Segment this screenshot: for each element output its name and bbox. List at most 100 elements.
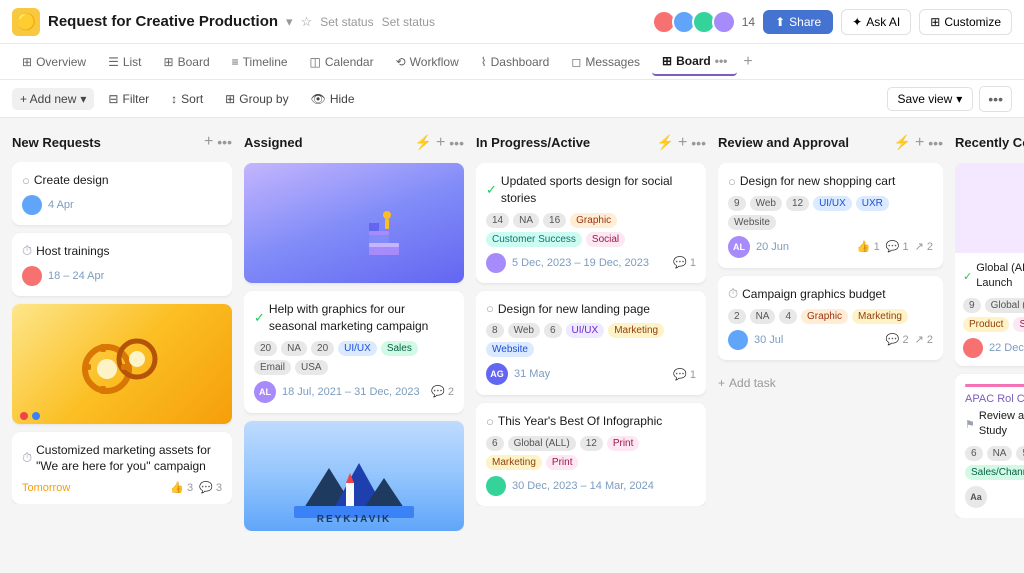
column-more-button-new-requests[interactable]: ••• (217, 134, 232, 150)
status-icon: ○ (486, 414, 494, 429)
status-icon: ○ (486, 301, 494, 316)
card-reactions: 💬 1 (673, 368, 696, 381)
card-host-trainings[interactable]: ⏱ Host trainings 18 – 24 Apr (12, 233, 232, 296)
card-reactions: 👍 3 💬 3 (170, 481, 222, 494)
column-more-button-review[interactable]: ••• (928, 135, 943, 151)
card-create-design[interactable]: ○ Create design 4 Apr (12, 162, 232, 225)
card-meta: Tomorrow 👍 3 💬 3 (22, 481, 222, 494)
tag: 12 (580, 436, 603, 451)
column-actions-assigned: ⚡ + ••• (415, 134, 465, 151)
tag: 2 (728, 309, 746, 324)
toolbar-right: Save view ▾ ••• (887, 86, 1012, 112)
status-icon: ○ (728, 174, 736, 189)
column-add-button-assigned[interactable]: + (436, 135, 445, 151)
column-title-recently-completed: Recently Completed (955, 135, 1024, 150)
reykjavik-label: REYKJAVIK (317, 514, 392, 525)
avatar (728, 330, 748, 350)
column-add-button-review[interactable]: + (915, 135, 924, 151)
tab-list[interactable]: ☰ List (98, 49, 151, 75)
toolbar-more-button[interactable]: ••• (979, 86, 1012, 112)
card-title: Help with graphics for our seasonal mark… (269, 301, 454, 335)
sort-button[interactable]: ↕ Sort (163, 88, 211, 110)
tag: Marketing (486, 455, 542, 470)
ask-ai-button[interactable]: ✦ Ask AI (841, 9, 911, 35)
column-title-new-requests: New Requests (12, 135, 101, 150)
add-new-button[interactable]: + Add new ▾ (12, 88, 94, 110)
filter-icon: ⊟ (108, 92, 118, 106)
column-add-button-in-progress[interactable]: + (678, 135, 687, 151)
save-view-button[interactable]: Save view ▾ (887, 87, 974, 111)
gears-illustration (72, 314, 172, 414)
share-button[interactable]: ⬆ Share (763, 10, 833, 34)
card-global-hero-image[interactable]: ✓ Global (ALL), Hero Image for Product L… (955, 163, 1024, 366)
top-bar: 🟡 Request for Creative Production ▾ ☆ Se… (0, 0, 1024, 44)
status-icon: ⏱ (22, 450, 32, 466)
tab-messages[interactable]: ◻ Messages (561, 49, 650, 75)
tab-timeline[interactable]: ≡ Timeline (222, 49, 298, 75)
tag: Product (963, 317, 1009, 332)
tab-overview[interactable]: ⊞ Overview (12, 49, 96, 75)
card-reykjavik-image[interactable]: REYKJAVIK (244, 421, 464, 531)
card-date: 30 Dec, 2023 – 14 Mar, 2024 (512, 480, 654, 492)
tab-calendar[interactable]: ◫ Calendar (300, 49, 384, 75)
tag: 5 (1016, 446, 1024, 461)
tag: 20 (311, 341, 334, 356)
card-customized-marketing[interactable]: ⏱ Customized marketing assets for "We ar… (12, 432, 232, 505)
board-more-icon[interactable]: ••• (715, 54, 728, 68)
card-campaign-graphics[interactable]: ⏱ Campaign graphics budget 2 NA 4 Graphi… (718, 276, 943, 360)
column-more-button-assigned[interactable]: ••• (449, 135, 464, 151)
filter-button[interactable]: ⊟ Filter (100, 88, 157, 110)
hide-button[interactable]: 👁 Hide (303, 88, 363, 110)
tag: Social (586, 232, 625, 247)
column-more-button-in-progress[interactable]: ••• (691, 135, 706, 151)
title-star-icon[interactable]: ☆ (301, 14, 313, 30)
tag: Marketing (852, 309, 908, 324)
set-status[interactable]: Set status (320, 15, 373, 29)
card-title: Customized marketing assets for "We are … (36, 442, 222, 476)
board: New Requests + ••• ○ Create design 4 Apr (0, 118, 1024, 573)
ai-icon: ✦ (852, 15, 862, 29)
card-apac-case-study[interactable]: APAC Rol Case Study › ⚑ Review and Appro… (955, 374, 1024, 518)
card-tags: 8 Web 6 UI/UX Marketing Website (486, 323, 696, 357)
tab-board[interactable]: ⊞ Board (154, 49, 220, 75)
card-date: Tomorrow (22, 482, 70, 494)
group-by-button[interactable]: ⊞ Group by (217, 88, 296, 110)
customize-button[interactable]: ⊞ Customize (919, 9, 1012, 35)
card-date: 31 May (514, 368, 550, 380)
column-review-approval: Review and Approval ⚡ + ••• ○ Design for… (718, 130, 943, 561)
tag: NA (513, 213, 539, 228)
tab-dashboard[interactable]: ⌇ Dashboard (471, 49, 560, 75)
card-date: 22 Dec, 2023 – 27 Dec, 2023 (989, 342, 1024, 354)
card-meta: AL 18 Jul, 2021 – 31 Dec, 2023 💬 2 (254, 381, 454, 403)
card-help-graphics[interactable]: ✓ Help with graphics for our seasonal ma… (244, 291, 464, 413)
tab-workflow[interactable]: ⟲ Workflow (386, 49, 469, 75)
add-task-button[interactable]: + Add task (718, 368, 943, 398)
status-icon: ✓ (254, 310, 265, 326)
tag: Print (607, 436, 640, 451)
add-tab-button[interactable]: + (743, 53, 752, 71)
card-title: Design for new shopping cart (740, 173, 895, 190)
card-best-of-infographic[interactable]: ○ This Year's Best Of Infographic 6 Glob… (476, 403, 706, 506)
card-updated-sports[interactable]: ✓ Updated sports design for social stori… (476, 163, 706, 283)
title-chevron-icon[interactable]: ▾ (286, 14, 293, 30)
set-status-label[interactable]: Set status (382, 15, 435, 29)
card-design-shopping-cart[interactable]: ○ Design for new shopping cart 9 Web 12 … (718, 163, 943, 268)
card-reactions: 💬 1 (673, 256, 696, 269)
avatar-count: 14 (742, 15, 755, 29)
card-image-gears[interactable] (12, 304, 232, 424)
tag: Web (750, 196, 782, 211)
card-design-landing[interactable]: ○ Design for new landing page 8 Web 6 UI… (476, 291, 706, 396)
card-link[interactable]: APAC Rol Case Study › (965, 393, 1024, 405)
avatar-initials: AL (728, 236, 750, 258)
column-add-button-new-requests[interactable]: + (204, 134, 213, 150)
app-logo[interactable]: 🟡 (12, 8, 40, 36)
card-stairs-image[interactable] (244, 163, 464, 283)
status-icon: ⏱ (22, 243, 32, 259)
column-header-in-progress: In Progress/Active ⚡ + ••• (476, 130, 706, 155)
card-tags: 6 Global (ALL) 12 Print Marketing Print (486, 436, 696, 470)
tag: Graphic (801, 309, 848, 324)
donut-chart-illustration (1020, 168, 1024, 248)
tab-board-active[interactable]: ⊞ Board ••• (652, 48, 737, 76)
tag: 6 (486, 436, 504, 451)
tag: NA (750, 309, 776, 324)
